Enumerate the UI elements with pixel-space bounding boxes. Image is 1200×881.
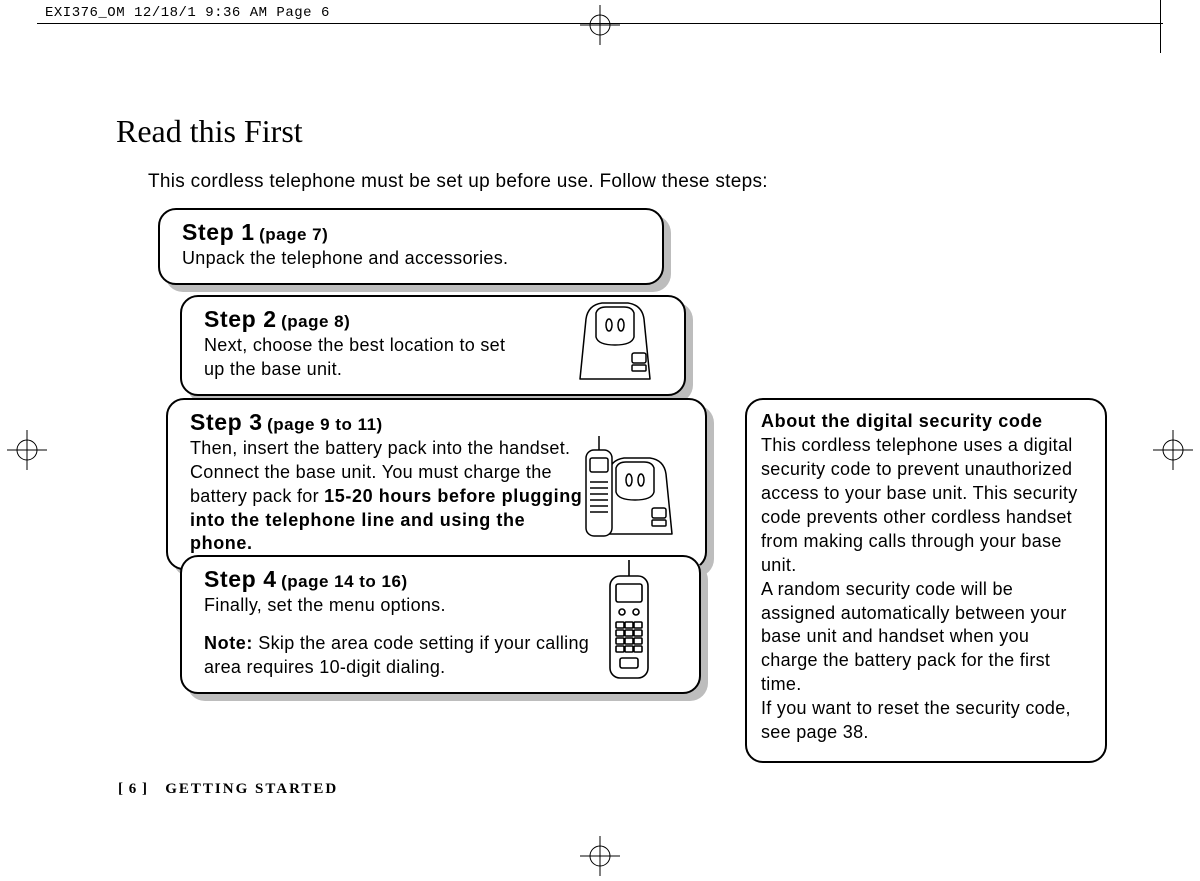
base-with-handset-icon xyxy=(580,430,676,546)
note-label: Note: xyxy=(204,633,253,653)
registration-mark-icon xyxy=(7,430,47,470)
step-label: Step 2 xyxy=(204,306,277,332)
trim-mark xyxy=(1160,0,1161,53)
base-unit-icon xyxy=(572,295,658,387)
step-body: Next, choose the best location to set up… xyxy=(204,334,514,382)
note-body: Skip the area code setting if your calli… xyxy=(204,633,589,677)
step-label: Step 4 xyxy=(204,566,277,592)
step-page-ref: (page 8) xyxy=(281,312,350,331)
step-body: Then, insert the battery pack into the h… xyxy=(190,437,590,556)
step-body: Unpack the telephone and accessories. xyxy=(182,247,642,271)
registration-mark-icon xyxy=(580,5,620,45)
registration-mark-icon xyxy=(580,836,620,876)
step-body: Finally, set the menu options. Note: Ski… xyxy=(204,594,594,679)
step-page-ref: (page 7) xyxy=(259,225,328,244)
page-number: [ 6 ] xyxy=(118,781,148,797)
step-body-line: Finally, set the menu options. xyxy=(204,594,594,618)
step-page-ref: (page 14 to 16) xyxy=(281,572,408,591)
about-paragraph: If you want to reset the security code, … xyxy=(761,697,1091,745)
intro-text: This cordless telephone must be set up b… xyxy=(148,172,768,191)
page-title: Read this First xyxy=(116,115,303,147)
about-paragraph: A random security code will be assigned … xyxy=(761,578,1091,698)
step-label: Step 3 xyxy=(190,409,263,435)
registration-mark-icon xyxy=(1153,430,1193,470)
step-label: Step 1 xyxy=(182,219,255,245)
manual-page: EXI376_OM 12/18/1 9:36 AM Page 6 Read th… xyxy=(0,0,1200,881)
step-1-card: Step 1 (page 7) Unpack the telephone and… xyxy=(158,208,664,285)
about-paragraph: This cordless telephone uses a digital s… xyxy=(761,434,1091,578)
page-footer: [ 6 ] GETTING STARTED xyxy=(118,782,338,797)
step-page-ref: (page 9 to 11) xyxy=(267,415,383,434)
about-heading: About the digital security code xyxy=(761,410,1091,434)
section-name: GETTING STARTED xyxy=(165,781,338,797)
about-security-code-box: About the digital security code This cor… xyxy=(745,398,1107,763)
handset-icon xyxy=(594,558,664,686)
print-slug: EXI376_OM 12/18/1 9:36 AM Page 6 xyxy=(45,6,330,20)
